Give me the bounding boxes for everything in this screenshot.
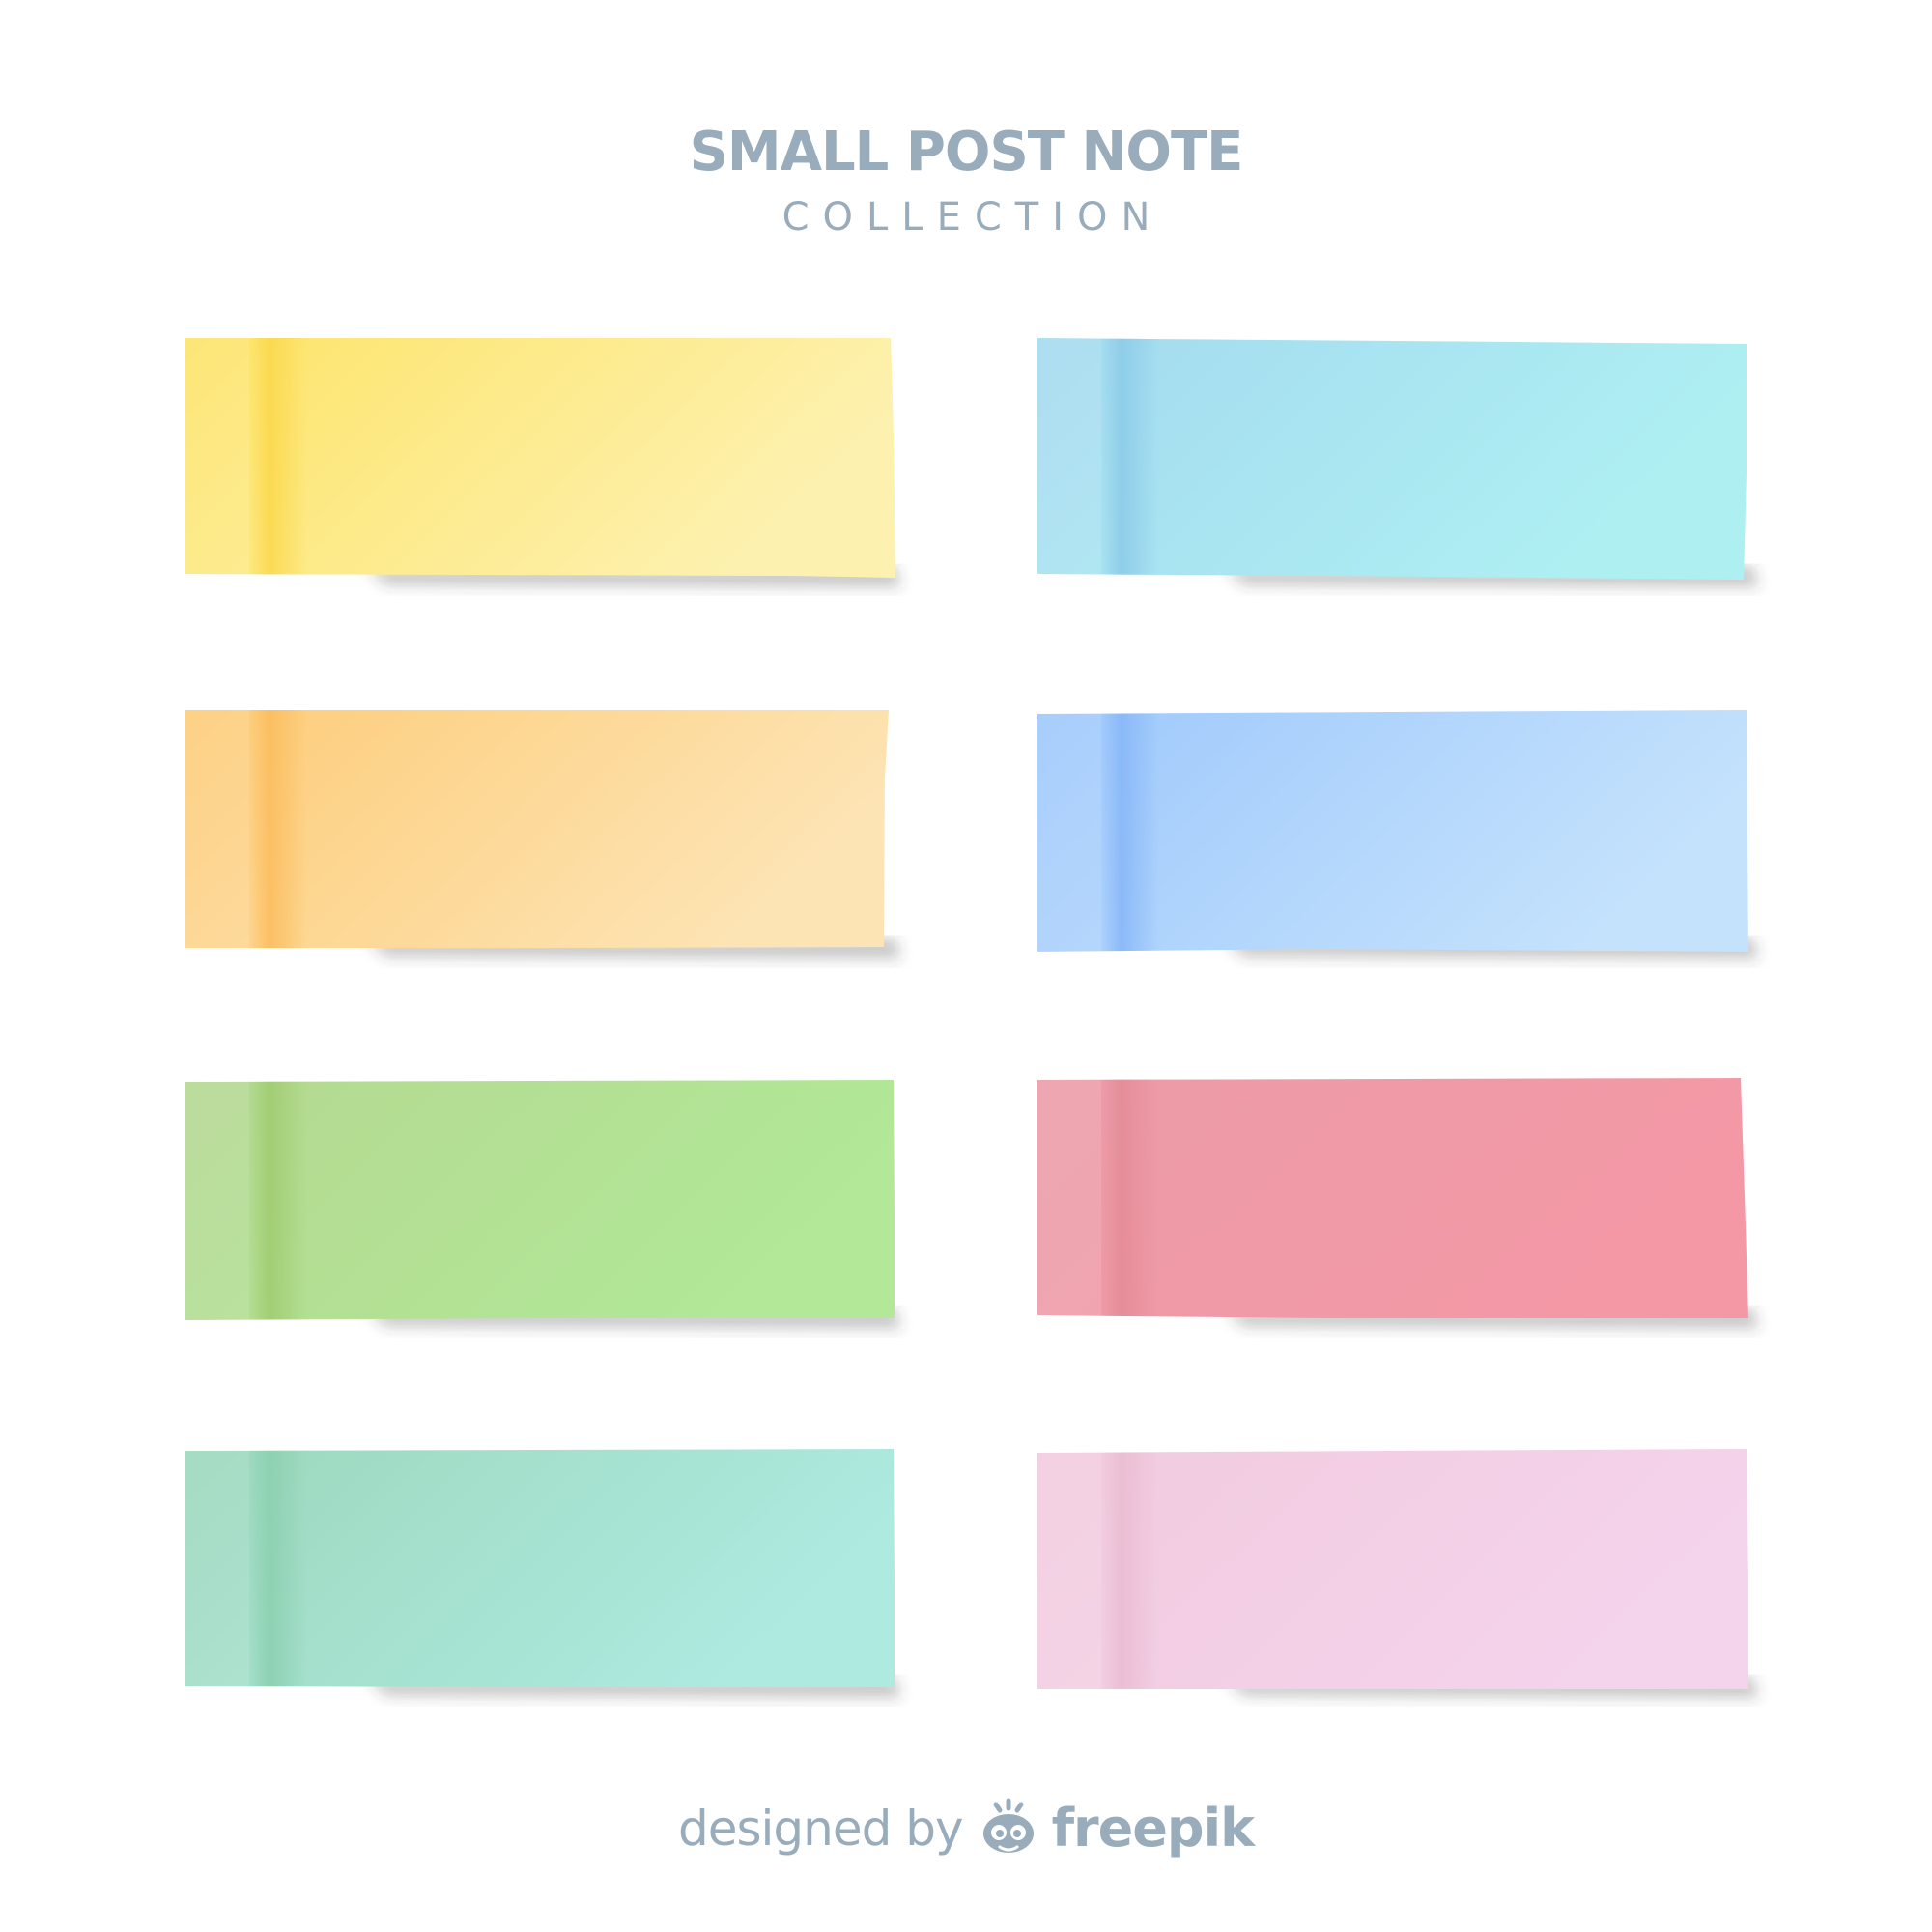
note-orange: [185, 710, 900, 959]
note-adhesive-strip: [1101, 1078, 1159, 1318]
freepik-logo-icon: [982, 1798, 1034, 1853]
note-fold-highlight: [1037, 1449, 1101, 1689]
note-adhesive-strip: [249, 1080, 307, 1320]
note-pink-red: [1037, 1078, 1758, 1329]
note-mint: [185, 1449, 900, 1698]
note-adhesive-strip: [249, 1449, 307, 1687]
credit-brand: freepik: [1051, 1798, 1255, 1859]
note-fold-highlight: [185, 1080, 249, 1320]
note-adhesive-strip: [249, 710, 307, 948]
note-fold-highlight: [185, 1449, 249, 1687]
page-title: SMALL POST NOTE: [689, 121, 1244, 184]
note-fold-highlight: [1037, 338, 1101, 580]
note-green: [185, 1080, 900, 1329]
post-note-collection-page: SMALL POST NOTE COLLECTION designed by f…: [0, 0, 1932, 1932]
note-adhesive-strip: [249, 338, 307, 578]
note-fold-highlight: [1037, 1078, 1101, 1318]
note-adhesive-strip: [1101, 338, 1159, 580]
note-periwinkle: [1037, 710, 1758, 959]
note-light-pink: [1037, 1449, 1758, 1698]
heading: SMALL POST NOTE COLLECTION: [0, 114, 1932, 240]
note-yellow: [185, 338, 900, 587]
note-adhesive-strip: [1101, 1449, 1159, 1689]
note-sky-blue: [1037, 338, 1758, 587]
designer-credit: designed by freepik: [0, 1797, 1932, 1861]
note-fold-highlight: [185, 338, 249, 578]
note-adhesive-strip: [1101, 710, 1159, 952]
note-fold-highlight: [185, 710, 249, 948]
credit-prefix: designed by: [677, 1801, 964, 1857]
page-subtitle: COLLECTION: [781, 195, 1164, 240]
note-fold-highlight: [1037, 710, 1101, 952]
